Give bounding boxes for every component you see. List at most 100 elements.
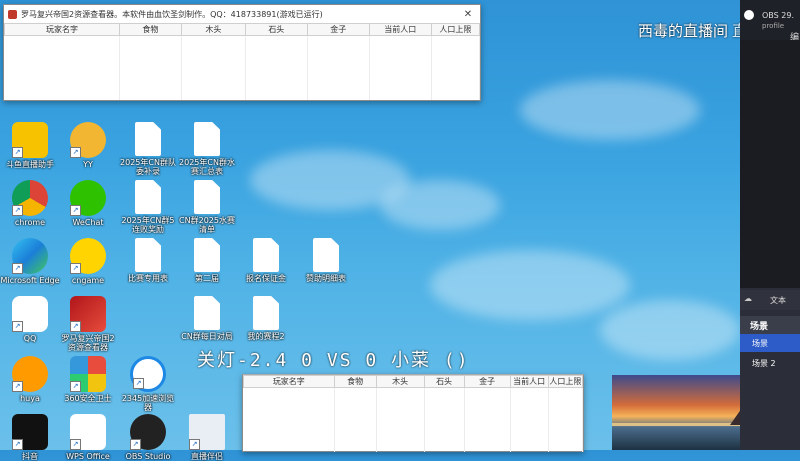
shortcut-arrow-icon: ↗: [70, 321, 81, 332]
column-header[interactable]: 人口上限: [430, 23, 481, 36]
shortcut-arrow-icon: ↗: [70, 381, 81, 392]
obs-icon: ↗: [130, 414, 166, 450]
desktop-icon[interactable]: ↗ OBS Studio: [118, 414, 178, 461]
desktop-icon[interactable]: 第二届: [177, 238, 237, 283]
column-header[interactable]: 玩家名字: [243, 375, 335, 388]
desktop-icon[interactable]: ↗ YY: [58, 122, 118, 169]
desktop-icon-label: 抖音: [22, 452, 38, 461]
column-header[interactable]: 金子: [463, 375, 511, 388]
column-header[interactable]: 食物: [118, 23, 182, 36]
resource-viewer-window[interactable]: 罗马复兴帝国2资源查看器。本软件由血饮圣剑制作。QQ：418733891(游戏已…: [3, 4, 481, 101]
column-header[interactable]: 金子: [306, 23, 370, 36]
column-header[interactable]: 人口上限: [547, 375, 584, 388]
desktop-icon-label: chrome: [14, 218, 46, 227]
desktop-icon-label: 2025年CN群队委补录: [120, 158, 176, 176]
desktop-icon[interactable]: ↗ 抖音: [0, 414, 60, 461]
window-titlebar[interactable]: 罗马复兴帝国2资源查看器。本软件由血饮圣剑制作。QQ：418733891(游戏已…: [4, 5, 480, 23]
ie-icon: ↗: [130, 356, 166, 392]
desktop-icon[interactable]: 我的赛程2: [236, 296, 296, 341]
column-header[interactable]: 当前人口: [368, 23, 432, 36]
desktop-icon[interactable]: ↗ 斗鱼直播助手: [0, 122, 60, 169]
scene-item[interactable]: 场景: [740, 334, 800, 352]
desktop-icon[interactable]: ↗ huya: [0, 356, 60, 403]
shortcut-arrow-icon: ↗: [12, 381, 23, 392]
scene-label: 场景: [752, 339, 768, 348]
desktop-icon[interactable]: ↗ WPS Office: [58, 414, 118, 461]
column-header[interactable]: 石头: [244, 23, 308, 36]
tiktok-icon: ↗: [12, 414, 48, 450]
column-header[interactable]: 食物: [333, 375, 377, 388]
desktop-icon[interactable]: 比赛专用表: [118, 238, 178, 283]
table-cell: [510, 387, 549, 452]
table-cell: [243, 387, 335, 452]
column-header[interactable]: 玩家名字: [4, 23, 120, 36]
obs-version: OBS 29.: [762, 11, 794, 20]
desktop-icon[interactable]: 2025年CN群水赛汇总表: [177, 122, 237, 176]
desktop-icon-label: 罗马复兴帝国2资源查看器: [61, 334, 115, 352]
table-cell: [307, 35, 370, 100]
table-cell: [181, 35, 246, 100]
table-cell: [119, 35, 182, 100]
desktop-icon-label: cngame: [71, 276, 105, 285]
desktop-icon[interactable]: ↗ cngame: [58, 238, 118, 285]
resource-viewer-window-2[interactable]: 玩家名字 食物 木头 石头 金子 当前人口 人口上限: [242, 374, 584, 452]
desktop-icon[interactable]: ↗ 360安全卫士: [58, 356, 118, 403]
qq-icon: ↗: [12, 296, 48, 332]
shortcut-arrow-icon: ↗: [12, 439, 23, 450]
360-icon: ↗: [70, 356, 106, 392]
table-cell: [334, 387, 377, 452]
desktop-icon-label: OBS Studio: [125, 452, 171, 461]
column-header[interactable]: 木头: [375, 375, 425, 388]
resource-table: 玩家名字 食物 木头 石头 金子 当前人口 人口上限: [4, 23, 481, 100]
obs-source-text[interactable]: ☁ 文本: [740, 290, 800, 310]
close-icon[interactable]: ✕: [460, 9, 476, 20]
shortcut-arrow-icon: ↗: [70, 439, 81, 450]
desktop-icon[interactable]: ↗ QQ: [0, 296, 60, 343]
column-header[interactable]: 当前人口: [509, 375, 549, 388]
desktop-icon[interactable]: 2025年CN群5连败奖励: [118, 180, 178, 234]
document-icon: [313, 238, 339, 272]
document-icon: [253, 296, 279, 330]
document-icon: [135, 180, 161, 214]
app-icon: [8, 9, 17, 19]
cngame-icon: ↗: [70, 238, 106, 274]
obs-preview: [740, 40, 800, 288]
table-cell: [424, 387, 465, 452]
camera-icon: ↗: [12, 122, 48, 158]
desktop-icon[interactable]: ↗ 2345加速浏览器: [118, 356, 178, 412]
desktop-icon-label: 比赛专用表: [128, 274, 168, 283]
shortcut-arrow-icon: ↗: [70, 147, 81, 158]
obs-panel[interactable]: OBS 29. profile 编 ☁ 文本 场景 场景 场景 2: [740, 0, 800, 450]
match-score-overlay: 关灯-2.4 0 VS 0 小菜 (): [197, 350, 470, 371]
desktop-icon[interactable]: ↗ 直播伴侣: [177, 414, 237, 461]
desktop-icon-label: Microsoft Edge: [0, 276, 60, 285]
desktop-icon[interactable]: CN群2025水赛清单: [177, 180, 237, 234]
desktop-icon-label: WeChat: [72, 218, 104, 227]
desktop-icon[interactable]: ↗ 罗马复兴帝国2资源查看器: [58, 296, 118, 352]
table-cell: [369, 35, 432, 100]
cloud-icon: ☁: [744, 294, 752, 303]
desktop-icon[interactable]: ↗ chrome: [0, 180, 60, 227]
document-icon: [253, 238, 279, 272]
desktop-icon-label: 2025年CN群5连败奖励: [121, 216, 175, 234]
table-cell: [376, 387, 425, 452]
desktop-icon-label: YY: [83, 160, 93, 169]
desktop-icon[interactable]: 报名保证金: [236, 238, 296, 283]
desktop-icon[interactable]: ↗ WeChat: [58, 180, 118, 227]
desktop-icon[interactable]: ↗ Microsoft Edge: [0, 238, 60, 285]
desktop-icon[interactable]: 2025年CN群队委补录: [118, 122, 178, 176]
shortcut-arrow-icon: ↗: [70, 263, 81, 274]
desktop-icon[interactable]: CN群每日对局: [177, 296, 237, 341]
window-title: 罗马复兴帝国2资源查看器。本软件由血饮圣剑制作。QQ：418733891(游戏已…: [21, 9, 323, 19]
document-icon: [194, 180, 220, 214]
document-icon: [135, 122, 161, 156]
shortcut-arrow-icon: ↗: [12, 263, 23, 274]
cloud: [520, 80, 700, 140]
chrome-icon: ↗: [12, 180, 48, 216]
cloud: [430, 250, 630, 320]
column-header[interactable]: 石头: [423, 375, 465, 388]
desktop-icon[interactable]: 赞助明细表: [296, 238, 356, 283]
obs-profile: profile: [762, 22, 785, 30]
column-header[interactable]: 木头: [180, 23, 246, 36]
scene-item[interactable]: 场景 2: [740, 354, 800, 372]
